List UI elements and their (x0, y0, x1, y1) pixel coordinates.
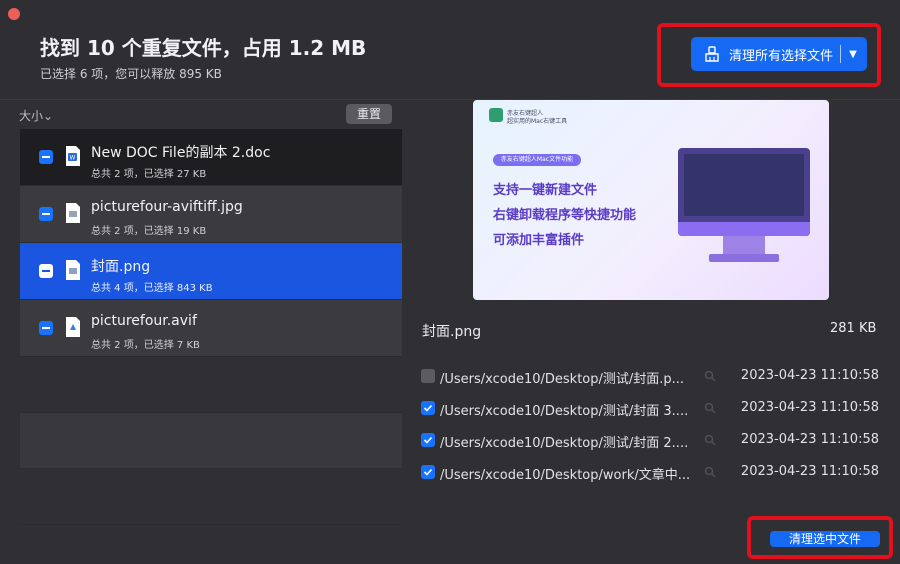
file-meta: 总共 4 项，已选择 843 KB (91, 283, 213, 294)
file-name: 封面.png (91, 259, 151, 275)
clean-all-label: 清理所有选择文件 (729, 48, 834, 64)
duplicate-file-list: W New DOC File的副本 2.doc 总共 2 项，已选择 27 KB… (20, 129, 402, 525)
file-path: /Users/xcode10/Desktop/测试/封面 3.... (440, 404, 689, 419)
file-path: /Users/xcode10/Desktop/测试/封面 2.... (440, 436, 689, 451)
chevron-down-icon[interactable]: ▼ (847, 49, 859, 60)
preview-line: 可添加丰富插件 (493, 233, 585, 248)
svg-text:W: W (70, 156, 76, 162)
file-meta: 总共 2 项，已选择 7 KB (91, 340, 200, 351)
list-item[interactable]: picturefour.avif 总共 2 项，已选择 7 KB (20, 300, 402, 357)
app-window: 找到 10 个重复文件，占用 1.2 MB 已选择 6 项，您可以释放 895 … (0, 0, 900, 564)
selected-file-size: 281 KB (830, 321, 877, 336)
monitor-stand (723, 236, 765, 256)
empty-row (20, 469, 402, 525)
file-time: 2023-04-23 11:10:58 (740, 400, 879, 415)
reveal-search-icon[interactable] (704, 466, 716, 478)
partial-checkbox[interactable] (39, 150, 53, 164)
path-checkbox[interactable] (421, 369, 435, 383)
partial-checkbox[interactable] (39, 321, 53, 335)
file-meta: 总共 2 项，已选择 27 KB (91, 169, 207, 180)
file-name: picturefour.avif (91, 313, 197, 329)
reveal-search-icon[interactable] (704, 402, 716, 414)
partial-checkbox[interactable] (39, 207, 53, 221)
path-row: /Users/xcode10/Desktop/测试/封面 2.... 2023-… (421, 430, 881, 451)
image-file-icon (66, 203, 80, 223)
preview-line: 右键卸载程序等快捷功能 (493, 208, 637, 223)
file-meta: 总共 2 项，已选择 19 KB (91, 226, 207, 237)
preview-line: 支持一键新建文件 (493, 183, 598, 198)
path-row: /Users/xcode10/Desktop/work/文章中... 2023-… (421, 462, 881, 483)
file-name: picturefour-aviftiff.jpg (91, 199, 243, 215)
button-divider (840, 45, 841, 63)
file-time: 2023-04-23 11:10:58 (740, 368, 879, 383)
selection-summary: 已选择 6 项，您可以释放 895 KB (40, 67, 222, 81)
path-checkbox[interactable] (421, 433, 435, 447)
partial-checkbox[interactable] (39, 264, 53, 278)
page-title: 找到 10 个重复文件，占用 1.2 MB (40, 36, 367, 60)
empty-row (20, 413, 402, 469)
selected-file-name: 封面.png (422, 324, 482, 340)
path-checkbox[interactable] (421, 465, 435, 479)
header: 找到 10 个重复文件，占用 1.2 MB 已选择 6 项，您可以释放 895 … (0, 0, 900, 100)
reset-button[interactable]: 重置 (346, 104, 392, 124)
path-row: /Users/xcode10/Desktop/测试/封面 3.... 2023-… (421, 398, 881, 419)
path-checkbox[interactable] (421, 401, 435, 415)
clean-selected-highlight: 清理选中文件 (747, 516, 893, 559)
window-close-button[interactable] (8, 8, 20, 20)
file-path: /Users/xcode10/Desktop/测试/封面.p... (440, 372, 685, 387)
list-item[interactable]: picturefour-aviftiff.jpg 总共 2 项，已选择 19 K… (20, 186, 402, 243)
clean-selected-button[interactable]: 清理选中文件 (770, 531, 880, 547)
file-time: 2023-04-23 11:10:58 (740, 432, 879, 447)
path-row: /Users/xcode10/Desktop/测试/封面.p... 2023-0… (421, 366, 881, 387)
word-document-icon: W (66, 146, 80, 166)
image-file-icon (66, 260, 80, 280)
empty-row (20, 357, 402, 413)
sort-dropdown[interactable]: 大小⌄ (19, 107, 53, 124)
monitor-base (709, 254, 779, 262)
reveal-search-icon[interactable] (704, 370, 716, 382)
monitor-illustration (678, 148, 810, 236)
image-preview: 赤友右键超人 超实用的Mac右键工具 赤友右键超人Mac文件功能 支持一键新建文… (473, 100, 829, 300)
preview-brand: 赤友右键超人 超实用的Mac右键工具 (507, 110, 568, 125)
file-time: 2023-04-23 11:10:58 (740, 464, 879, 479)
app-logo-icon (489, 108, 503, 122)
file-name: New DOC File的副本 2.doc (91, 145, 271, 161)
clean-all-highlight: 清理所有选择文件 ▼ (657, 23, 881, 87)
reveal-search-icon[interactable] (704, 434, 716, 446)
list-item-selected[interactable]: 封面.png 总共 4 项，已选择 843 KB (20, 243, 402, 300)
list-item[interactable]: W New DOC File的副本 2.doc 总共 2 项，已选择 27 KB (20, 129, 402, 186)
clean-all-button[interactable]: 清理所有选择文件 ▼ (691, 37, 867, 71)
file-path: /Users/xcode10/Desktop/work/文章中... (440, 468, 691, 483)
image-file-icon (66, 317, 80, 337)
preview-tag: 赤友右键超人Mac文件功能 (493, 154, 581, 166)
broom-icon (705, 46, 719, 62)
